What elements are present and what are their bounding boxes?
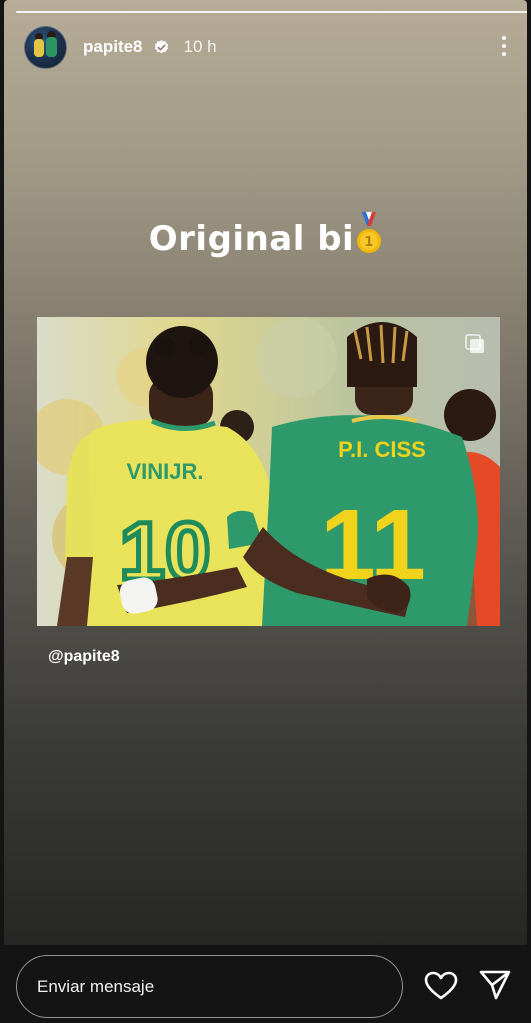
heart-icon[interactable] [424,971,458,1001]
svg-text:1: 1 [364,235,374,250]
reply-bar [0,945,531,1023]
username[interactable]: papite8 [83,37,143,57]
avatar[interactable] [24,25,67,69]
football-players-photo: VINIJR. 10 P.I. CISS 11 [37,317,500,626]
gold-medal-icon: 1 [357,212,382,253]
caption-text: Original bi [148,219,355,259]
send-icon[interactable] [478,969,512,1001]
right-jersey-name: P.I. CISS [338,437,426,462]
mention-sticker[interactable]: @papite8 [48,648,120,666]
shared-post-photo[interactable]: VINIJR. 10 P.I. CISS 11 [37,317,500,626]
post-time: 10 h [183,37,217,56]
left-jersey-name: VINIJR. [126,459,203,484]
more-vertical-icon[interactable] [501,36,507,58]
story-progress-fill [16,11,527,13]
story-header: papite8 10 h [24,25,527,69]
story-frame: papite8 10 h Original bi 1 VINIJR. 10 P.… [4,0,527,945]
repost-icon [465,334,484,353]
verified-badge-icon [154,39,168,53]
story-caption: Original bi 1 [4,212,527,259]
story-progress-bar [16,11,527,13]
send-message-input[interactable] [16,955,403,1018]
